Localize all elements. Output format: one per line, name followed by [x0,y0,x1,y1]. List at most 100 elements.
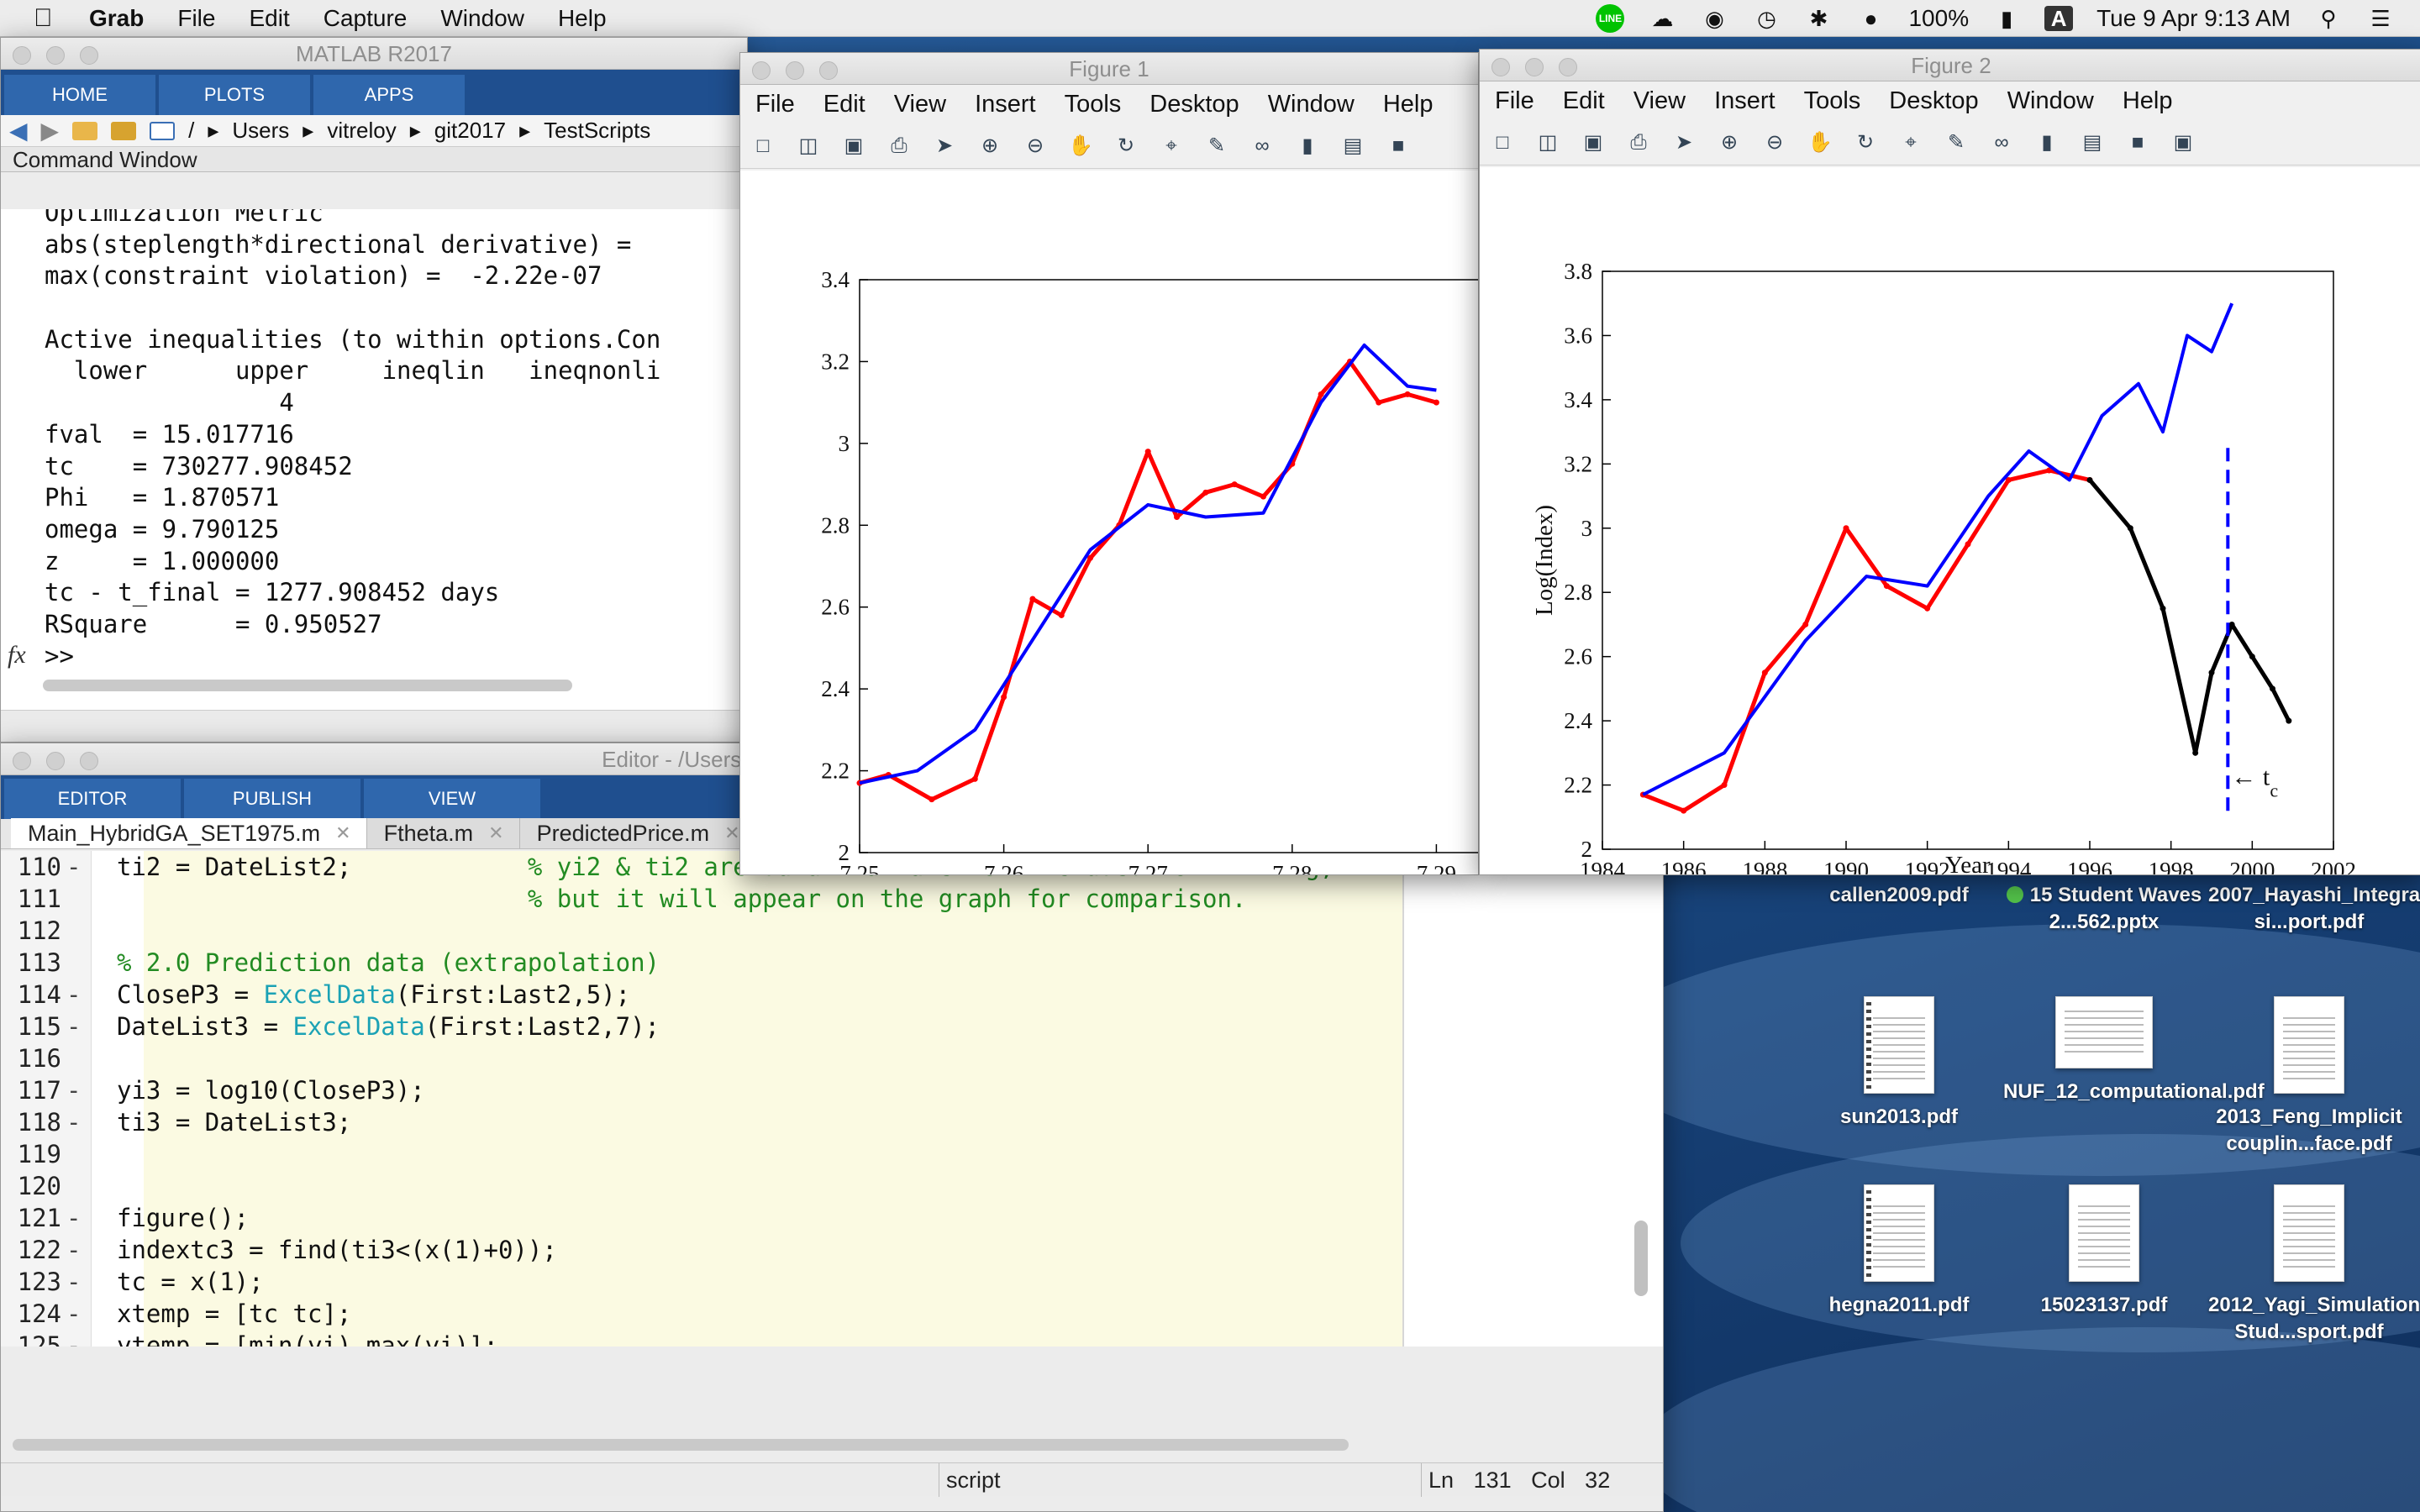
breakpoint-marker[interactable]: - [66,1074,117,1106]
pointer-icon[interactable]: ➤ [932,134,957,159]
tab-plots[interactable]: PLOTS [159,75,310,115]
horizontal-scrollbar[interactable] [43,680,572,691]
fig-menu-desktop[interactable]: Desktop [1150,91,1239,118]
fig-menu-tools[interactable]: Tools [1065,91,1122,118]
horizontal-scrollbar[interactable] [13,1439,1349,1451]
command-prompt[interactable]: >> [1,641,747,673]
breakpoint-marker[interactable]: - [66,1330,117,1347]
zoom-in-icon[interactable]: ⊕ [1717,130,1742,155]
legend-icon[interactable]: ▤ [2080,130,2105,155]
apple-menu-icon[interactable]:  [34,4,59,33]
forward-arrow-icon[interactable]: ▶ [41,117,60,144]
battery-icon[interactable]: ▮ [1992,6,2021,31]
zoom-in-icon[interactable]: ⊕ [977,134,1002,159]
close-tab-icon[interactable]: ✕ [488,818,503,848]
desktop-file[interactable]: 2012_Yagi_Simulation Stud...sport.pdf [2208,1184,2420,1346]
breakpoint-marker[interactable]: - [66,1266,117,1298]
line-app-icon[interactable]: LINE [1596,4,1625,33]
brush-icon[interactable]: ✎ [1204,134,1229,159]
fig-menu-edit[interactable]: Edit [823,91,865,118]
fig-menu-file[interactable]: File [755,91,795,118]
fig-menu-tools[interactable]: Tools [1804,87,1861,115]
tab-home[interactable]: HOME [4,75,155,115]
new-figure-icon[interactable]: □ [1490,130,1515,155]
command-window[interactable]: Optimization Metric abs(steplength*direc… [1,209,747,710]
bluetooth-icon[interactable]: ✱ [1804,6,1833,31]
close-tab-icon[interactable]: ✕ [335,818,350,848]
function-browser-icon[interactable]: fx [8,641,26,669]
brush-icon[interactable]: ✎ [1944,130,1969,155]
zoom-button[interactable] [80,46,98,65]
file-tab[interactable]: Ftheta.m ✕ [366,818,520,848]
path-segment[interactable]: git2017 [434,118,506,144]
time-machine-icon[interactable]: ◷ [1752,6,1781,31]
desktop-file[interactable]: hegna2011.pdf [1798,1184,2000,1319]
breakpoint-marker[interactable]: - [66,1298,117,1330]
fig-menu-view[interactable]: View [894,91,946,118]
fig-menu-desktop[interactable]: Desktop [1889,87,1978,115]
menu-file[interactable]: File [177,5,215,32]
tab-editor[interactable]: EDITOR [4,779,181,819]
open-file-icon[interactable]: ◫ [796,134,821,159]
fig-menu-view[interactable]: View [1634,87,1686,115]
breakpoint-marker[interactable]: - [66,1234,117,1266]
dock-icon[interactable]: ▣ [2170,130,2196,155]
path-segment[interactable]: TestScripts [544,118,650,144]
up-folder-icon[interactable] [72,121,98,140]
clock[interactable]: Tue 9 Apr 9:13 AM [2096,5,2291,32]
pan-icon[interactable]: ✋ [1807,130,1833,155]
desktop-file[interactable]: 15 Student Waves 2...562.pptx [2003,882,2205,936]
close-button[interactable] [13,752,31,770]
desktop-file[interactable]: 15023137.pdf [2003,1184,2205,1319]
fig-menu-insert[interactable]: Insert [1714,87,1776,115]
print-icon[interactable]: ⎙ [1626,130,1651,155]
cloud-upload-icon[interactable]: ☁ [1648,6,1676,31]
tab-view[interactable]: VIEW [364,779,540,819]
path-segment[interactable]: Users [232,118,289,144]
close-tab-icon[interactable]: ✕ [724,818,739,848]
hide-tools-icon[interactable]: ■ [2125,130,2150,155]
rotate-icon[interactable]: ↻ [1113,134,1139,159]
fig-menu-window[interactable]: Window [1268,91,1355,118]
code-editor[interactable]: 110-ti2 = DateList2; % yi2 & ti2 are dat… [1,851,1663,1347]
link-plot-icon[interactable]: ∞ [1249,134,1275,159]
input-source-icon[interactable]: A [2044,6,2074,31]
file-tab[interactable]: Main_HybridGA_SET1975.m ✕ [11,818,367,848]
breakpoint-marker[interactable]: - [66,1011,117,1042]
data-cursor-icon[interactable]: ⌖ [1159,134,1184,159]
open-file-icon[interactable]: ◫ [1535,130,1560,155]
tab-publish[interactable]: PUBLISH [184,779,360,819]
breakpoint-marker[interactable]: - [66,1202,117,1234]
save-icon[interactable]: ▣ [841,134,866,159]
breakpoint-marker[interactable]: - [66,979,117,1011]
file-tab[interactable]: PredictedPrice.m ✕ [519,818,756,848]
desktop-file[interactable]: callen2009.pdf [1798,882,2000,909]
fig-menu-file[interactable]: File [1495,87,1534,115]
path-segment[interactable]: / [188,118,194,144]
desktop-file[interactable]: sun2013.pdf [1798,996,2000,1131]
legend-icon[interactable]: ▤ [1340,134,1365,159]
minimize-button[interactable] [46,752,65,770]
wifi-icon[interactable]: ● [1856,6,1885,31]
rotate-icon[interactable]: ↻ [1853,130,1878,155]
close-button[interactable] [752,61,771,80]
zoom-out-icon[interactable]: ⊖ [1762,130,1787,155]
back-arrow-icon[interactable]: ◀ [9,117,28,144]
battery-percent[interactable]: 100% [1908,5,1969,32]
fig-menu-window[interactable]: Window [2007,87,2094,115]
path-segment[interactable]: vitreloy [327,118,396,144]
data-cursor-icon[interactable]: ⌖ [1898,130,1923,155]
vertical-scrollbar[interactable] [1634,1221,1648,1296]
save-icon[interactable]: ▣ [1581,130,1606,155]
desktop-file[interactable]: 2013_Feng_Implicit couplin...face.pdf [2208,996,2410,1158]
zoom-button[interactable] [1559,58,1577,76]
menu-help[interactable]: Help [558,5,607,32]
breakpoint-marker[interactable]: - [66,1106,117,1138]
notification-center-icon[interactable]: ☰ [2366,6,2395,31]
hide-tools-icon[interactable]: ■ [1386,134,1411,159]
fig-menu-help[interactable]: Help [1383,91,1434,118]
browse-folder-icon[interactable] [111,121,137,140]
minimize-button[interactable] [786,61,804,80]
menu-window[interactable]: Window [440,5,524,32]
fig-menu-insert[interactable]: Insert [975,91,1036,118]
